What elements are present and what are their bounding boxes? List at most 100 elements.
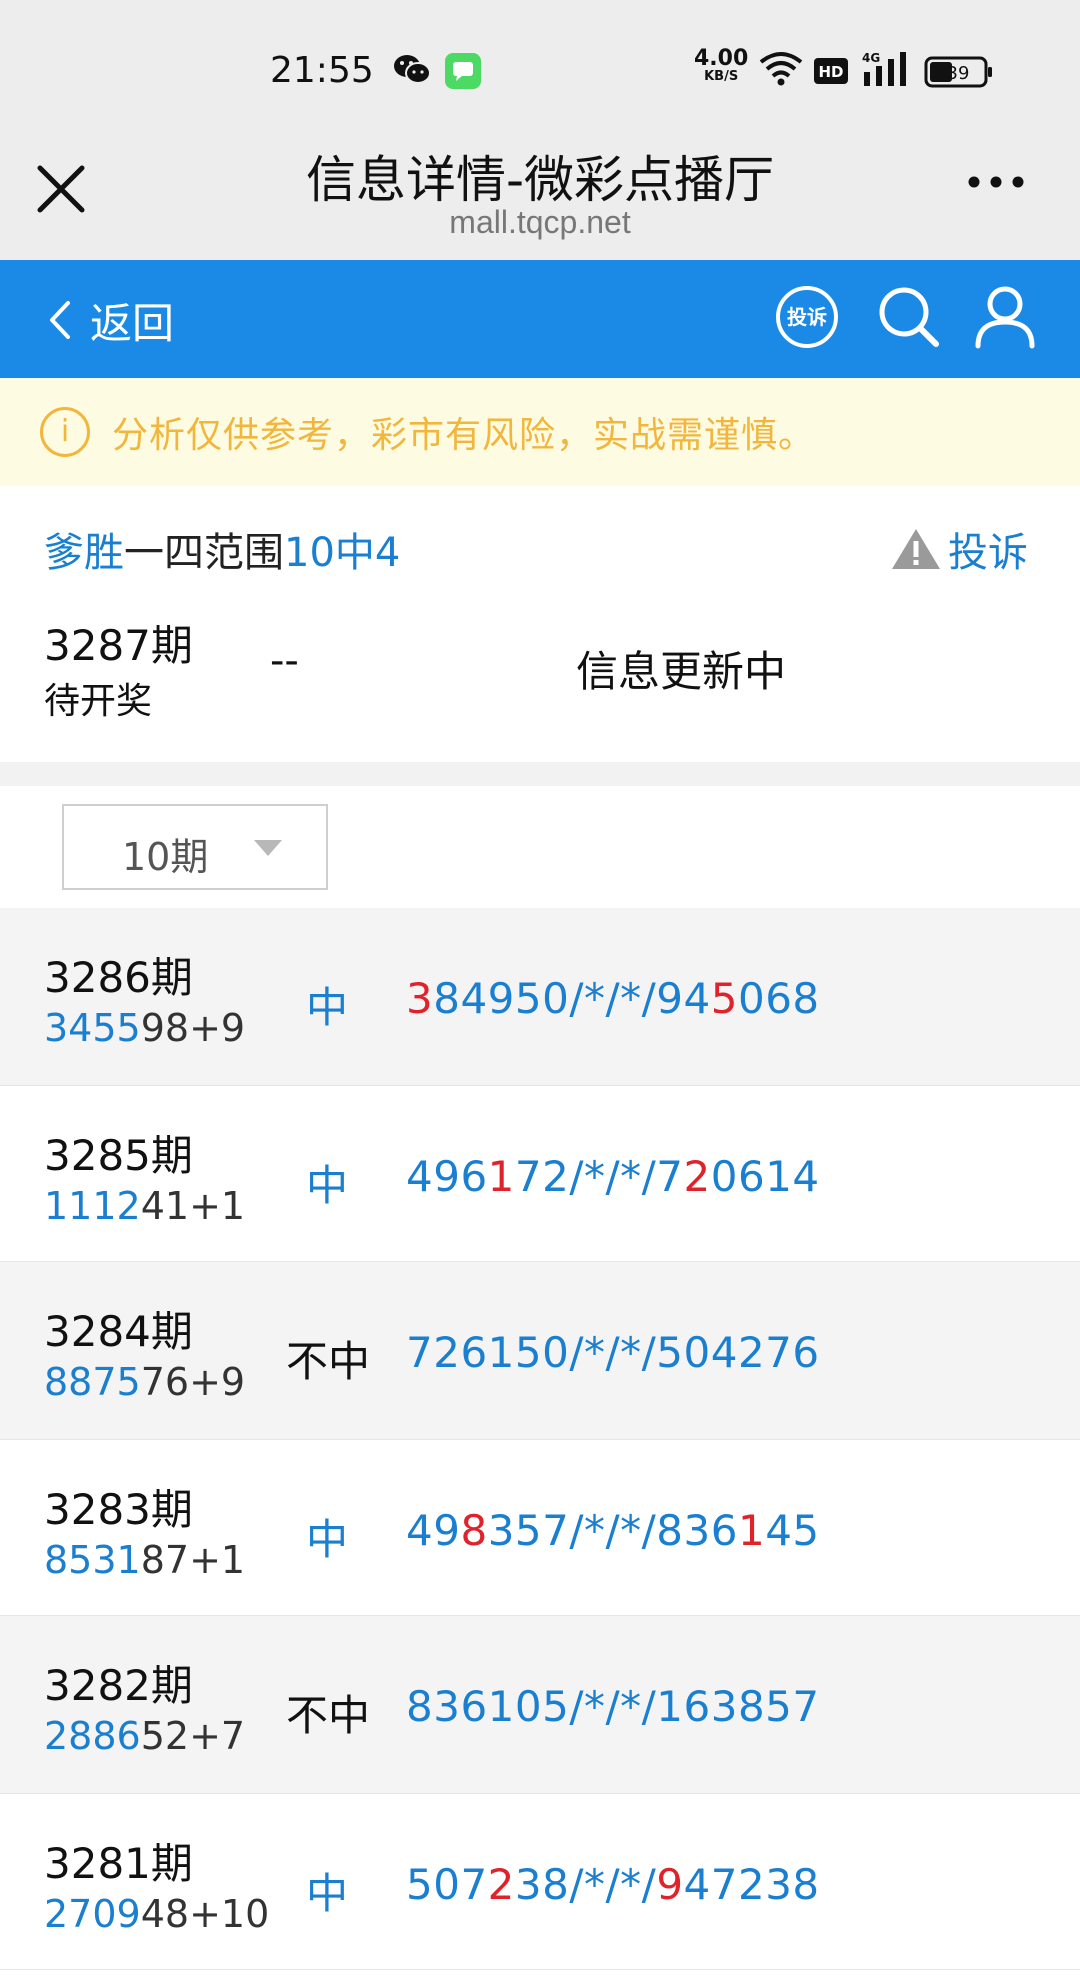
hd-icon: HD	[814, 58, 848, 88]
row-code-rest: 76+9	[140, 1360, 246, 1404]
row-code-rest: 52+7	[140, 1714, 246, 1758]
row-prediction: 507238/*/*/947238	[406, 1860, 820, 1909]
prediction-hit-digit: 1	[487, 1152, 515, 1201]
history-row[interactable]: 3286期 345598+9 中 384950/*/*/945068	[0, 908, 1080, 1085]
prediction-segment: 72/*/*/7	[514, 1152, 684, 1201]
row-code-highlight: 8531	[44, 1538, 141, 1582]
prediction-segment: 836105/*/*/163857	[406, 1682, 820, 1731]
row-draw-code: 345598+9	[44, 1006, 245, 1050]
row-prediction: 496172/*/*/720614	[406, 1152, 820, 1201]
row-result: 中	[306, 1515, 349, 1564]
status-bar: 21:55 4.00 KB/S HD 4G 39	[0, 0, 1080, 140]
prediction-hit-digit: 3	[406, 974, 434, 1023]
row-period: 3281期	[44, 1839, 193, 1888]
row-draw-code: 853187+1	[44, 1538, 245, 1582]
row-result: 不中	[286, 1691, 371, 1740]
status-time: 21:55	[270, 50, 374, 91]
battery-icon: 39	[924, 56, 994, 92]
info-icon: i	[40, 407, 90, 457]
period-count-value: 10期	[122, 835, 209, 879]
row-period: 3283期	[44, 1485, 193, 1534]
history-row[interactable]: 3283期 853187+1 中 498357/*/*/836145	[0, 1439, 1080, 1616]
dropdown-arrow-icon	[254, 840, 282, 856]
network-type: 4G	[862, 51, 880, 65]
current-result: --	[270, 638, 299, 684]
user-icon[interactable]	[974, 284, 1036, 354]
prediction-segment: 47238	[683, 1860, 820, 1909]
complain-button[interactable]: 投诉	[776, 286, 838, 348]
notice-text: 分析仅供参考，彩市有风险，实战需谨慎。	[112, 415, 816, 456]
plan-info: 爹胜一四范围10中4 投诉 3287期 待开奖 -- 信息更新中	[0, 486, 1080, 762]
report-label: 投诉	[948, 530, 1028, 576]
browser-titlebar: 信息详情-微彩点播厅 mall.tqcp.net	[0, 140, 1080, 260]
prediction-hit-digit: 1	[737, 1506, 766, 1555]
history-row[interactable]: 3284期 887576+9 不中 726150/*/*/504276	[0, 1262, 1080, 1439]
prediction-segment: 357/*/*/836	[487, 1506, 738, 1555]
wechat-icon	[392, 52, 432, 90]
row-code-rest: 98+9	[140, 1006, 246, 1050]
author-name[interactable]: 爹胜	[44, 530, 124, 576]
period-count-select[interactable]: 10期	[62, 804, 328, 890]
prediction-segment: 068	[737, 974, 820, 1023]
row-code-rest: 41+1	[140, 1184, 246, 1228]
prediction-hit-digit: 2	[683, 1152, 711, 1201]
search-icon[interactable]	[876, 284, 942, 354]
plan-name: 一四范围	[124, 530, 284, 576]
prediction-hit-digit: 9	[656, 1860, 684, 1909]
row-draw-code: 270948+10	[44, 1892, 269, 1936]
row-draw-code: 887576+9	[44, 1360, 245, 1404]
row-prediction: 836105/*/*/163857	[406, 1682, 820, 1731]
row-draw-code: 288652+7	[44, 1714, 245, 1758]
row-result: 中	[306, 983, 349, 1032]
prediction-segment: 45	[765, 1506, 820, 1555]
chevron-left-icon	[50, 301, 70, 339]
more-options-icon[interactable]	[966, 174, 1026, 194]
app-navbar: 返回 投诉	[0, 260, 1080, 378]
row-code-highlight: 2709	[44, 1892, 141, 1936]
report-link[interactable]: 投诉	[890, 520, 1028, 578]
current-message: 信息更新中	[576, 647, 787, 696]
prediction-hit-digit: 2	[487, 1860, 515, 1909]
plan-record: 10中4	[284, 530, 401, 576]
battery-level: 39	[947, 63, 970, 84]
prediction-hit-digit: 5	[710, 974, 738, 1023]
current-period: 3287期	[44, 621, 193, 670]
row-result: 不中	[286, 1337, 371, 1386]
page-title: 信息详情-微彩点播厅	[305, 151, 775, 209]
plan-title: 爹胜一四范围10中4	[44, 520, 400, 578]
row-code-highlight: 3455	[44, 1006, 141, 1050]
history-row[interactable]: 3281期 270948+10 中 507238/*/*/947238	[0, 1793, 1080, 1970]
row-code-highlight: 2886	[44, 1714, 141, 1758]
filter-bar: 10期	[0, 786, 1080, 908]
section-divider	[0, 762, 1080, 786]
row-prediction: 498357/*/*/836145	[406, 1506, 820, 1555]
prediction-segment: 49	[406, 1506, 461, 1555]
row-draw-code: 111241+1	[44, 1184, 245, 1228]
risk-notice: i 分析仅供参考，彩市有风险，实战需谨慎。	[0, 378, 1080, 486]
message-app-icon	[444, 52, 482, 94]
row-period: 3282期	[44, 1661, 193, 1710]
prediction-segment: 38/*/*/	[514, 1860, 657, 1909]
prediction-segment: 726150/*/*/504276	[406, 1328, 820, 1377]
row-period: 3284期	[44, 1307, 193, 1356]
prediction-segment: 0614	[710, 1152, 820, 1201]
history-row[interactable]: 3282期 288652+7 不中 836105/*/*/163857	[0, 1616, 1080, 1793]
row-prediction: 726150/*/*/504276	[406, 1328, 820, 1377]
row-code-rest: 48+10	[140, 1892, 270, 1936]
row-code-highlight: 1112	[44, 1184, 141, 1228]
current-state: 待开奖	[44, 681, 153, 722]
prediction-hit-digit: 8	[460, 1506, 488, 1555]
row-period: 3286期	[44, 953, 193, 1002]
back-label: 返回	[90, 298, 175, 348]
row-result: 中	[306, 1161, 349, 1210]
prediction-segment: 84950/*/*/94	[433, 974, 711, 1023]
signal-icon: 4G	[862, 50, 912, 92]
back-button[interactable]: 返回	[48, 290, 174, 350]
wifi-icon	[758, 50, 804, 92]
warning-icon	[892, 529, 940, 569]
hd-label: HD	[818, 63, 843, 81]
row-period: 3285期	[44, 1131, 193, 1180]
prediction-segment: 507	[406, 1860, 488, 1909]
history-row[interactable]: 3285期 111241+1 中 496172/*/*/720614	[0, 1085, 1080, 1262]
prediction-segment: 496	[406, 1152, 488, 1201]
